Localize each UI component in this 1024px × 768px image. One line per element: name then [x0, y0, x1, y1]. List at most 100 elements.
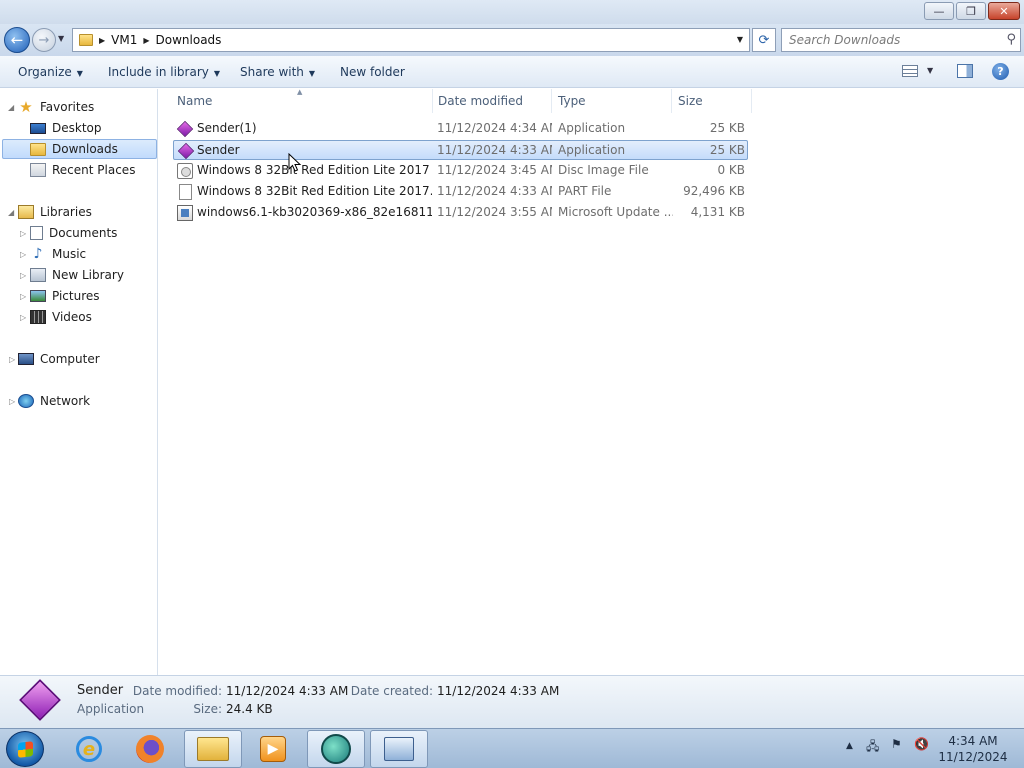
search-icon[interactable]: ⚲	[1006, 32, 1016, 47]
taskbar-windows-explorer[interactable]	[184, 730, 242, 768]
address-bar[interactable]: ▶ VM1 ▶ Downloads ▼	[72, 28, 750, 52]
documents-icon	[30, 226, 43, 240]
part-file-icon	[179, 184, 192, 200]
mouse-cursor-icon	[288, 153, 302, 172]
nav-network[interactable]: Network	[18, 391, 90, 411]
breadcrumb-separator-icon[interactable]: ▶	[99, 36, 105, 45]
change-view-icon[interactable]	[902, 65, 918, 77]
breadcrumb-separator-icon[interactable]: ▶	[143, 36, 149, 45]
back-button[interactable]: ←	[4, 27, 30, 53]
nav-libraries[interactable]: Libraries	[18, 202, 92, 222]
file-row-sender-1[interactable]: Sender(1) 11/12/2024 4:34 AM Application…	[173, 119, 748, 139]
network-icon	[18, 394, 34, 408]
disc-image-icon	[177, 163, 193, 179]
window-controls: — ❐ ✕	[924, 2, 1020, 20]
title-bar: — ❐ ✕	[0, 0, 1024, 24]
taskbar-app[interactable]	[307, 730, 365, 768]
volume-muted-icon[interactable]: 🔇	[914, 737, 929, 751]
expand-music-icon[interactable]: ▷	[20, 250, 26, 259]
details-file-name: Sender	[77, 683, 124, 698]
restore-button[interactable]: ❐	[956, 2, 986, 20]
nav-computer[interactable]: Computer	[18, 349, 100, 369]
file-name: windows6.1-kb3020369-x86_82e168117c2...	[197, 205, 432, 219]
file-date: 11/12/2024 4:34 AM	[437, 121, 552, 135]
expand-pictures-icon[interactable]: ▷	[20, 292, 26, 301]
nav-desktop-label: Desktop	[52, 121, 102, 135]
file-name: Windows 8 32Bit Red Edition Lite 2017	[197, 163, 430, 177]
start-button[interactable]	[6, 731, 44, 767]
taskbar-remote-desktop[interactable]	[370, 730, 428, 768]
include-in-library-button[interactable]: Include in library ▼	[108, 65, 220, 79]
expand-new-library-icon[interactable]: ▷	[20, 271, 26, 280]
column-header-name[interactable]: Name	[171, 89, 433, 113]
recent-places-icon	[30, 163, 46, 177]
forward-button[interactable]: →	[32, 28, 56, 52]
share-with-label: Share with	[240, 65, 304, 79]
nav-pictures[interactable]: Pictures	[30, 286, 100, 306]
minimize-button[interactable]: —	[924, 2, 954, 20]
search-input[interactable]	[789, 33, 989, 47]
new-folder-button[interactable]: New folder	[340, 65, 405, 79]
taskbar-internet-explorer[interactable]: e	[60, 730, 118, 768]
network-status-icon[interactable]: 🖧	[866, 737, 879, 758]
system-clock[interactable]: 4:34 AM 11/12/2024	[937, 733, 1009, 765]
nav-videos[interactable]: Videos	[30, 307, 92, 327]
collapse-libraries-icon[interactable]: ◢	[8, 208, 14, 217]
expand-network-icon[interactable]: ▷	[9, 397, 15, 406]
nav-downloads[interactable]: Downloads	[2, 139, 157, 159]
column-header-type[interactable]: Type	[552, 89, 672, 113]
nav-recent-places-label: Recent Places	[52, 163, 136, 177]
recent-pages-button[interactable]: ▼	[58, 34, 64, 43]
share-with-button[interactable]: Share with ▼	[240, 65, 315, 79]
organize-button[interactable]: Organize ▼	[18, 65, 83, 79]
app-icon	[176, 120, 194, 138]
collapse-favorites-icon[interactable]: ◢	[8, 103, 14, 112]
nav-music[interactable]: ♪ Music	[30, 244, 87, 264]
navigation-pane: ◢ ★ Favorites Desktop Downloads Recent P…	[0, 89, 158, 675]
action-center-flag-icon[interactable]: ⚑	[891, 737, 902, 751]
help-icon[interactable]: ?	[992, 63, 1009, 80]
expand-computer-icon[interactable]: ▷	[9, 355, 15, 364]
details-date-created: 11/12/2024 4:33 AM	[437, 684, 560, 698]
file-size: 0 KB	[717, 163, 745, 177]
nav-favorites[interactable]: ★ Favorites	[18, 97, 94, 117]
chevron-down-icon: ▼	[58, 34, 65, 43]
expand-videos-icon[interactable]: ▷	[20, 313, 26, 322]
column-header-date-modified[interactable]: Date modified	[432, 89, 552, 113]
back-arrow-icon: ←	[10, 31, 24, 49]
file-row-iso[interactable]: Windows 8 32Bit Red Edition Lite 2017 11…	[173, 161, 748, 181]
file-type: Microsoft Update ...	[558, 205, 673, 219]
details-date-modified: 11/12/2024 4:33 AM	[226, 684, 349, 698]
taskbar-firefox[interactable]	[121, 730, 179, 768]
libraries-icon	[18, 205, 34, 219]
file-size: 4,131 KB	[690, 205, 745, 219]
downloads-folder-icon	[30, 142, 46, 156]
computer-icon	[18, 353, 34, 365]
file-row-part[interactable]: Windows 8 32Bit Red Edition Lite 2017.W.…	[173, 182, 748, 202]
nav-favorites-label: Favorites	[40, 100, 95, 114]
forward-arrow-icon: →	[38, 32, 50, 48]
breadcrumb-downloads[interactable]: Downloads	[156, 33, 222, 47]
breadcrumb-vm1[interactable]: VM1	[111, 33, 137, 47]
nav-recent-places[interactable]: Recent Places	[30, 160, 135, 180]
file-name: Windows 8 32Bit Red Edition Lite 2017.W.…	[197, 184, 432, 198]
close-button[interactable]: ✕	[988, 2, 1020, 20]
expand-documents-icon[interactable]: ▷	[20, 229, 26, 238]
nav-new-library[interactable]: New Library	[30, 265, 124, 285]
nav-computer-label: Computer	[40, 352, 100, 366]
nav-desktop[interactable]: Desktop	[30, 118, 102, 138]
address-dropdown-icon[interactable]: ▼	[737, 35, 743, 44]
file-row-sender[interactable]: Sender 11/12/2024 4:33 AM Application 25…	[173, 140, 748, 160]
app-icon	[19, 679, 61, 721]
show-hidden-icons-button[interactable]: ▲	[846, 741, 853, 751]
nav-documents[interactable]: Documents	[30, 223, 117, 243]
view-options-dropdown-icon[interactable]: ▼	[927, 66, 933, 75]
app-icon	[177, 142, 195, 160]
refresh-button[interactable]: ⟳	[752, 28, 776, 52]
file-row-update[interactable]: windows6.1-kb3020369-x86_82e168117c2... …	[173, 203, 748, 223]
preview-pane-icon[interactable]	[957, 64, 973, 78]
search-box[interactable]: ⚲	[781, 28, 1021, 52]
include-in-library-label: Include in library	[108, 65, 209, 79]
taskbar-media-player[interactable]: ▶	[244, 730, 302, 768]
column-header-size[interactable]: Size	[672, 89, 752, 113]
